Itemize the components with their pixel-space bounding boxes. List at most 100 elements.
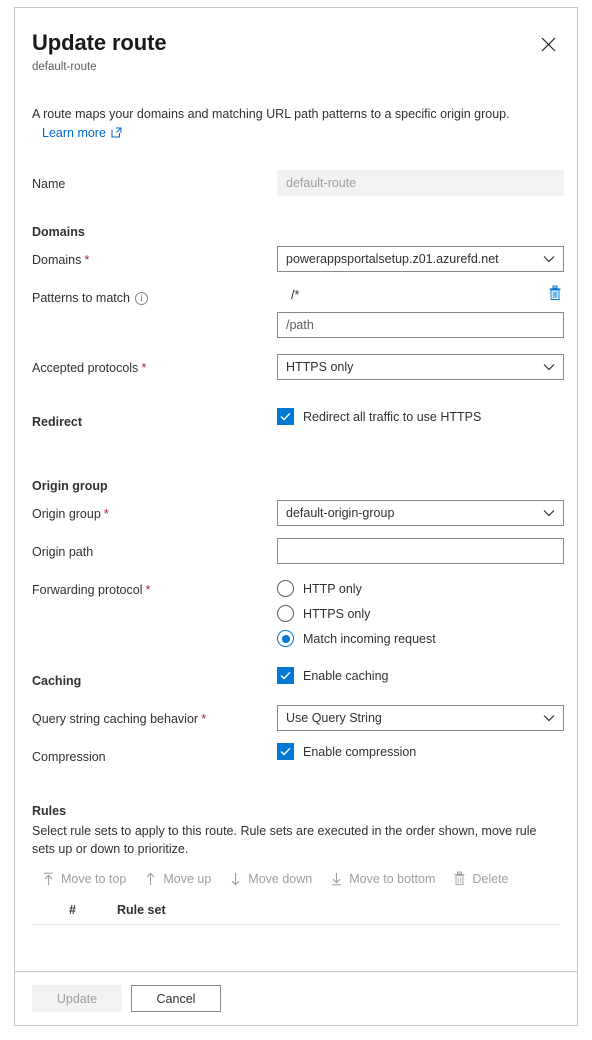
rules-table-header: # Rule set bbox=[32, 895, 560, 925]
domains-section-heading: Domains bbox=[32, 225, 85, 239]
patterns-label: Patterns to match i bbox=[32, 284, 277, 306]
pattern-entry-row: /* bbox=[277, 284, 564, 306]
learn-more-link[interactable]: Learn more bbox=[42, 124, 122, 142]
radio-circle-selected bbox=[277, 630, 294, 647]
query-string-row: Query string caching behavior * Use Quer… bbox=[32, 705, 564, 731]
checkbox-box bbox=[277, 743, 294, 760]
redirect-row: Redirect Redirect all traffic to use HTT… bbox=[32, 408, 560, 430]
origin-group-row: Origin group * default-origin-group bbox=[32, 500, 564, 526]
arrow-down-icon bbox=[229, 872, 242, 886]
move-up-label: Move up bbox=[163, 871, 212, 886]
accepted-protocols-dropdown[interactable]: HTTPS only bbox=[277, 354, 564, 380]
checkmark-icon bbox=[280, 671, 291, 680]
dialog-body: Update route default-route A route maps … bbox=[15, 8, 577, 971]
rules-command-bar: Move to top Move up Move down Move to bo… bbox=[32, 866, 560, 891]
compression-label: Compression bbox=[32, 750, 106, 764]
forwarding-protocol-row: Forwarding protocol * HTTP only HTTPS on… bbox=[32, 576, 560, 651]
name-row: Name bbox=[32, 170, 564, 196]
column-header-number: # bbox=[69, 902, 76, 917]
enable-compression-label: Enable compression bbox=[303, 744, 417, 759]
domains-value: powerappsportalsetup.z01.azurefd.net bbox=[286, 252, 499, 266]
accepted-protocols-value: HTTPS only bbox=[286, 360, 354, 374]
pattern-value: /* bbox=[291, 288, 300, 302]
dialog-description: A route maps your domains and matching U… bbox=[32, 107, 510, 121]
redirect-checkbox-label: Redirect all traffic to use HTTPS bbox=[303, 409, 482, 424]
trash-icon bbox=[548, 285, 562, 306]
name-input bbox=[277, 170, 564, 196]
enable-caching-label: Enable caching bbox=[303, 668, 389, 683]
redirect-section-heading: Redirect bbox=[32, 415, 83, 429]
move-to-top-label: Move to top bbox=[61, 871, 127, 886]
delete-rule-button[interactable]: Delete bbox=[445, 866, 518, 891]
caching-row: Caching Enable caching bbox=[32, 667, 560, 689]
move-down-button[interactable]: Move down bbox=[221, 867, 322, 891]
external-link-icon bbox=[111, 127, 122, 140]
origin-group-section-heading: Origin group bbox=[32, 479, 108, 493]
update-button[interactable]: Update bbox=[32, 985, 122, 1012]
required-marker: * bbox=[201, 711, 207, 726]
radio-label: HTTP only bbox=[303, 581, 362, 596]
close-button[interactable] bbox=[534, 30, 562, 58]
radio-circle bbox=[277, 605, 294, 622]
query-string-value: Use Query String bbox=[286, 711, 382, 725]
update-route-dialog: Update route default-route A route maps … bbox=[14, 7, 578, 1026]
forwarding-protocol-label: Forwarding protocol * bbox=[32, 582, 151, 597]
rules-description: Select rule sets to apply to this route.… bbox=[32, 824, 537, 856]
origin-group-label: Origin group * bbox=[32, 506, 109, 521]
dialog-subtitle: default-route bbox=[32, 61, 97, 73]
move-down-label: Move down bbox=[248, 871, 313, 886]
column-header-rule-set: Rule set bbox=[117, 902, 166, 917]
name-label: Name bbox=[32, 177, 66, 191]
move-to-bottom-button[interactable]: Move to bottom bbox=[322, 867, 445, 891]
accepted-protocols-row: Accepted protocols * HTTPS only bbox=[32, 354, 564, 380]
query-string-label: Query string caching behavior * bbox=[32, 711, 207, 726]
required-marker: * bbox=[103, 506, 109, 521]
origin-group-dropdown[interactable]: default-origin-group bbox=[277, 500, 564, 526]
domains-label: Domains * bbox=[32, 252, 90, 267]
new-pattern-input[interactable] bbox=[277, 312, 564, 338]
required-marker: * bbox=[145, 582, 151, 597]
arrow-up-icon bbox=[144, 871, 157, 886]
move-up-button[interactable]: Move up bbox=[136, 867, 221, 891]
delete-label: Delete bbox=[472, 871, 509, 886]
radio-https-only[interactable]: HTTPS only bbox=[277, 601, 560, 626]
delete-pattern-button[interactable] bbox=[546, 283, 564, 308]
query-string-dropdown[interactable]: Use Query String bbox=[277, 705, 564, 731]
learn-more-label: Learn more bbox=[42, 126, 106, 140]
move-to-top-button[interactable]: Move to top bbox=[34, 867, 136, 891]
radio-match-incoming-request[interactable]: Match incoming request bbox=[277, 626, 560, 651]
enable-compression-checkbox[interactable]: Enable compression bbox=[277, 743, 560, 760]
close-icon bbox=[541, 37, 556, 52]
move-to-top-icon bbox=[42, 872, 55, 886]
domains-row: Domains * powerappsportalsetup.z01.azure… bbox=[32, 246, 564, 272]
origin-path-row: Origin path bbox=[32, 538, 564, 564]
checkbox-box bbox=[277, 408, 294, 425]
redirect-https-checkbox[interactable]: Redirect all traffic to use HTTPS bbox=[277, 408, 560, 425]
page-title: Update route bbox=[32, 30, 167, 55]
dialog-header: Update route default-route bbox=[32, 8, 560, 75]
checkmark-icon bbox=[280, 747, 291, 756]
domains-dropdown[interactable]: powerappsportalsetup.z01.azurefd.net bbox=[277, 246, 564, 272]
checkmark-icon bbox=[280, 412, 291, 421]
origin-path-label: Origin path bbox=[32, 545, 94, 559]
checkbox-box bbox=[277, 667, 294, 684]
caching-section-heading: Caching bbox=[32, 674, 82, 688]
origin-path-input[interactable] bbox=[277, 538, 564, 564]
info-icon[interactable]: i bbox=[134, 291, 148, 305]
radio-circle bbox=[277, 580, 294, 597]
accepted-protocols-label: Accepted protocols * bbox=[32, 360, 147, 375]
radio-http-only[interactable]: HTTP only bbox=[277, 576, 560, 601]
trash-icon bbox=[453, 871, 466, 886]
compression-row: Compression Enable compression bbox=[32, 743, 560, 765]
radio-label: Match incoming request bbox=[303, 631, 436, 646]
required-marker: * bbox=[141, 360, 147, 375]
enable-caching-checkbox[interactable]: Enable caching bbox=[277, 667, 560, 684]
patterns-row: Patterns to match i /* bbox=[32, 284, 564, 338]
cancel-button[interactable]: Cancel bbox=[131, 985, 221, 1012]
dialog-footer: Update Cancel bbox=[15, 971, 577, 1025]
required-marker: * bbox=[84, 252, 90, 267]
move-to-bottom-label: Move to bottom bbox=[349, 871, 436, 886]
move-to-bottom-icon bbox=[330, 872, 343, 886]
rules-section-heading: Rules bbox=[32, 804, 67, 818]
radio-label: HTTPS only bbox=[303, 606, 371, 621]
